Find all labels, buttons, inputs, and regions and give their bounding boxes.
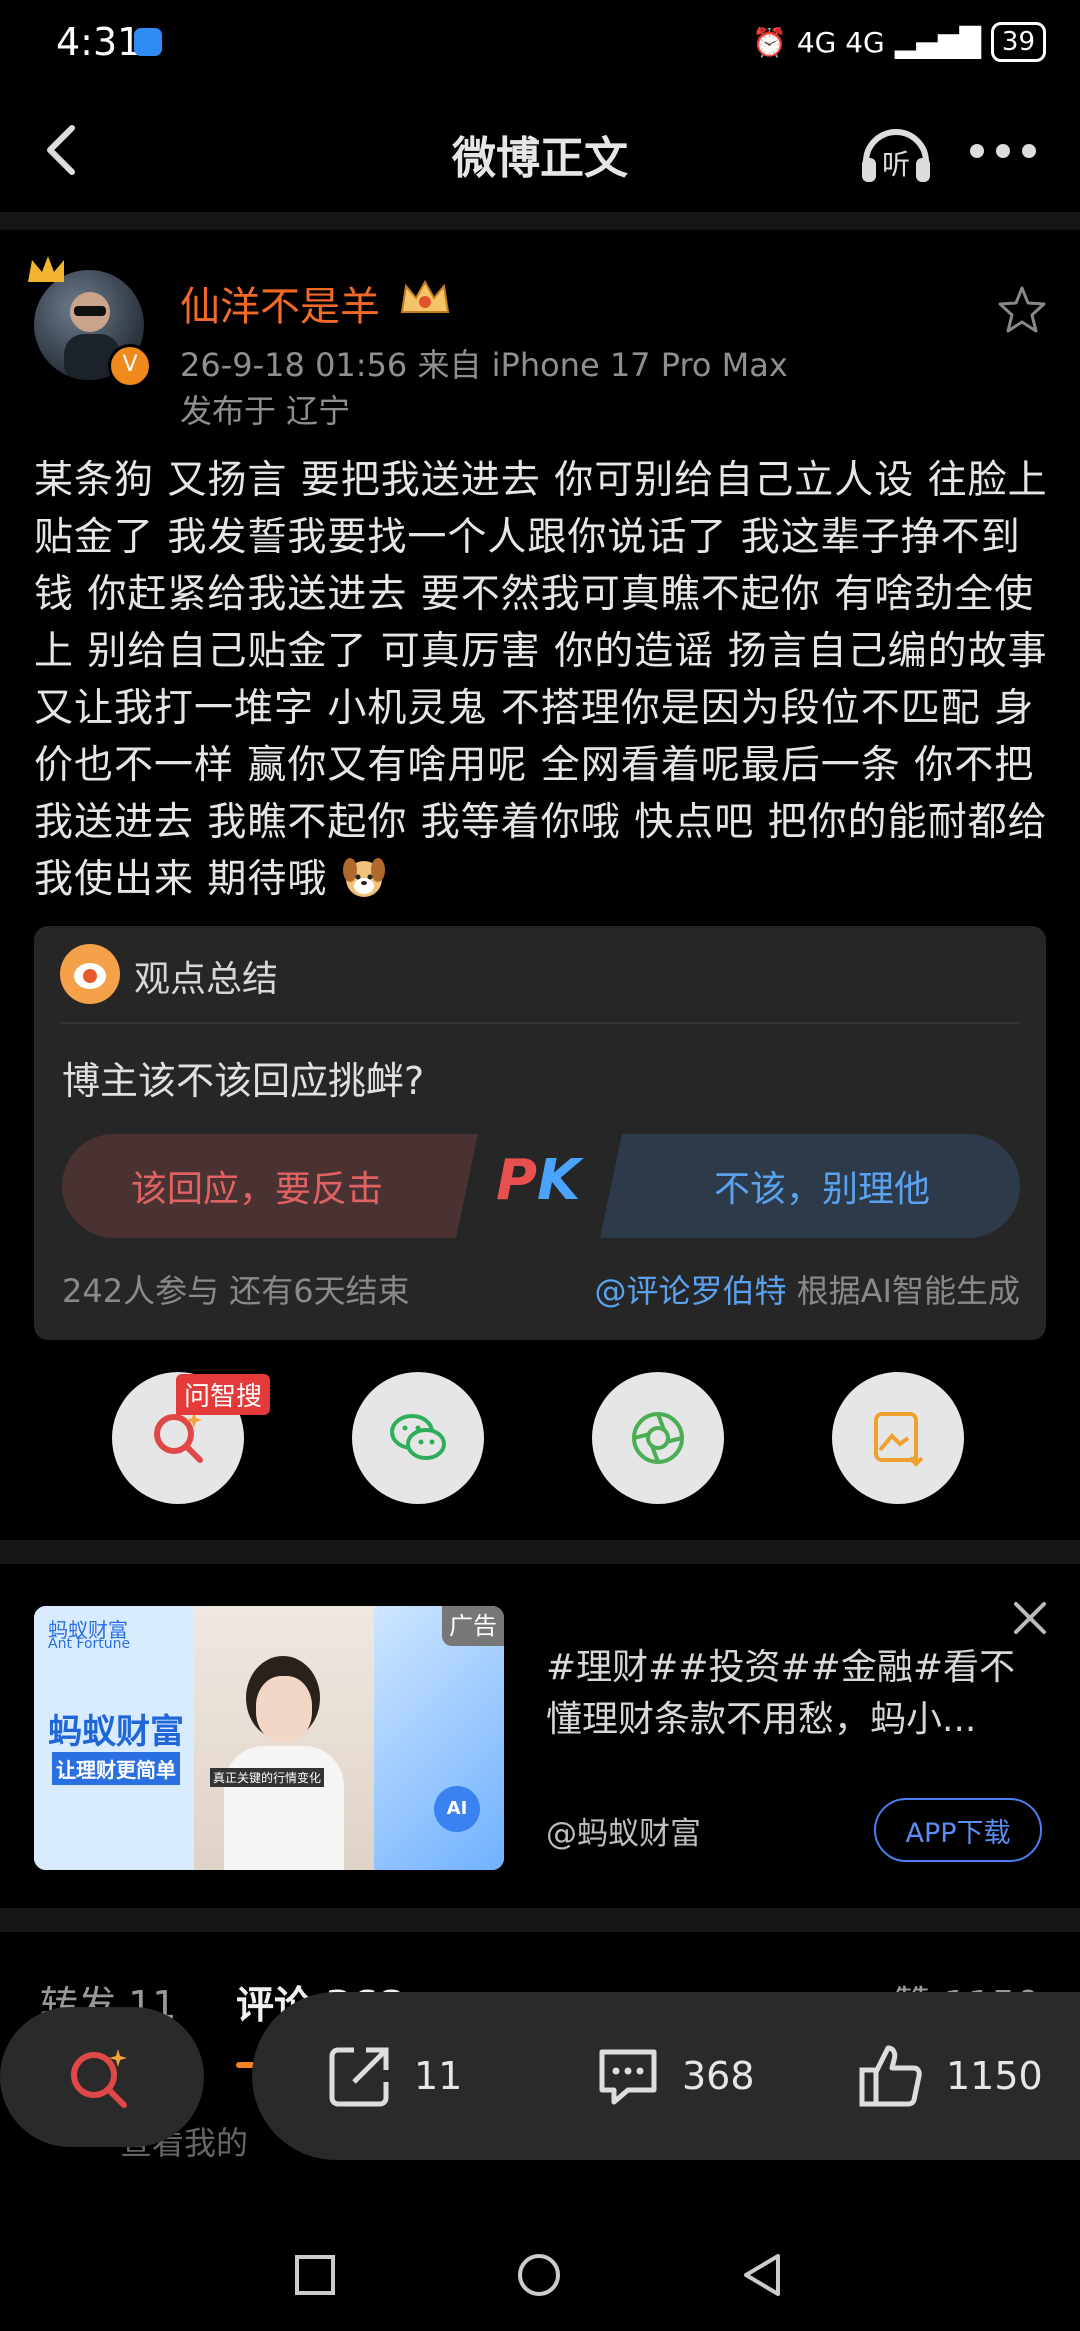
thumbs-up-icon bbox=[859, 2045, 922, 2107]
ai-note-text: 根据AI智能生成 bbox=[786, 1272, 1020, 1310]
status-indicators: ⏰ 4G 4G ▂▄▆█ 39 bbox=[752, 22, 1046, 62]
verified-badge: V bbox=[108, 344, 152, 388]
pk-label: PK bbox=[496, 1148, 581, 1213]
battery-level: 39 bbox=[990, 22, 1046, 62]
ai-search-badge: 问智搜 bbox=[176, 1374, 271, 1415]
post-location: 发布于 辽宁 bbox=[180, 392, 351, 430]
ad-ai-badge: AI bbox=[434, 1786, 480, 1832]
option-left-button[interactable]: 该回应，要反击 bbox=[62, 1134, 452, 1238]
system-nav-bar bbox=[0, 2220, 1080, 2331]
status-time: 4:31 bbox=[56, 20, 142, 64]
post-text: 某条狗 又扬言 要把我送进去 你可别给自己立人设 往脸上贴金了 我发誓我要找一个… bbox=[34, 458, 1048, 902]
moments-icon bbox=[632, 1412, 684, 1464]
author-name[interactable]: 仙洋不是羊 bbox=[180, 274, 380, 332]
crown-decoration-icon bbox=[28, 256, 64, 282]
opinion-summary-card: 观点总结 博主该不该回应挑衅? 该回应，要反击 PK 不该，别理他 242人参与… bbox=[34, 926, 1046, 1340]
ad-image[interactable]: 蚂蚁财富 Ant Fortune 蚂蚁财富 让理财更简单 真正关键的行情变化 A… bbox=[34, 1606, 504, 1870]
network-label: 4G 4G bbox=[796, 25, 885, 59]
like-count: 1150 bbox=[946, 2054, 1043, 2098]
recents-square-icon[interactable] bbox=[292, 2252, 338, 2298]
share-wechat-button[interactable] bbox=[352, 1372, 484, 1504]
close-icon[interactable] bbox=[1010, 1598, 1050, 1638]
favorite-star-icon[interactable] bbox=[996, 284, 1048, 336]
signal-icon: ▂▄▆█ bbox=[894, 25, 981, 59]
listen-headphones-icon[interactable]: 听 bbox=[858, 116, 934, 188]
ad-description[interactable]: #理财##投资##金融#看不懂理财条款不用愁，蚂小... bbox=[546, 1642, 1046, 1746]
like-button[interactable]: 1150 bbox=[856, 2040, 1043, 2112]
home-circle-icon[interactable] bbox=[516, 2252, 562, 2298]
card-title: 观点总结 bbox=[134, 959, 279, 1000]
ad-person-body bbox=[224, 1746, 344, 1870]
floating-search-button[interactable] bbox=[0, 2007, 204, 2147]
repost-button[interactable]: 11 bbox=[324, 2040, 462, 2112]
comment-button[interactable]: 368 bbox=[592, 2040, 755, 2112]
poll-participants: 242人参与 还有6天结束 bbox=[62, 1272, 410, 1310]
repost-count: 11 bbox=[414, 2054, 463, 2098]
notification-app-icon bbox=[134, 28, 162, 56]
ad-author[interactable]: @蚂蚁财富 bbox=[546, 1808, 701, 1853]
poll-question: 博主该不该回应挑衅? bbox=[62, 1059, 425, 1103]
crown-membership-icon[interactable] bbox=[398, 276, 452, 318]
ad-brand-panel: 蚂蚁财富 Ant Fortune 蚂蚁财富 让理财更简单 bbox=[34, 1606, 194, 1870]
ad-tag: 广告 bbox=[442, 1606, 504, 1646]
dog-emoji-icon bbox=[342, 858, 385, 897]
ad-slogan: 让理财更简单 bbox=[52, 1752, 180, 1785]
ai-generated-note: @评论罗伯特 根据AI智能生成 bbox=[594, 1266, 1020, 1312]
bottom-action-bar: 11 368 1150 bbox=[252, 1992, 1080, 2160]
back-triangle-icon[interactable] bbox=[740, 2252, 786, 2298]
status-bar: 4:31 ⏰ 4G 4G ▂▄▆█ 39 bbox=[0, 0, 1080, 92]
ad-person-face bbox=[256, 1676, 312, 1742]
post-content: 某条狗 又扬言 要把我送进去 你可别给自己立人设 往脸上贴金了 我发誓我要找一个… bbox=[34, 452, 1054, 908]
save-image-button[interactable] bbox=[832, 1372, 964, 1504]
ai-search-icon bbox=[154, 1412, 203, 1463]
divider bbox=[0, 1908, 1080, 1932]
comment-count: 368 bbox=[682, 2054, 755, 2098]
listen-label: 听 bbox=[882, 148, 910, 181]
ai-mention-link[interactable]: @评论罗伯特 bbox=[594, 1272, 786, 1310]
save-image-icon bbox=[874, 1412, 924, 1467]
robot-avatar-icon bbox=[60, 944, 120, 1004]
wechat-icon bbox=[390, 1414, 446, 1460]
ad-brand-logo-en: Ant Fortune bbox=[48, 1636, 131, 1652]
divider bbox=[0, 1540, 1080, 1564]
ad-image-caption: 真正关键的行情变化 bbox=[210, 1768, 325, 1787]
app-download-button[interactable]: APP下载 bbox=[874, 1798, 1042, 1862]
more-dots-icon[interactable] bbox=[970, 136, 1040, 166]
top-nav-header: 微博正文 听 bbox=[0, 92, 1080, 212]
share-moments-button[interactable] bbox=[592, 1372, 724, 1504]
divider bbox=[0, 212, 1080, 230]
comment-icon bbox=[599, 2049, 657, 2105]
repost-icon bbox=[329, 2047, 389, 2107]
divider bbox=[60, 1022, 1020, 1024]
ai-search-icon bbox=[71, 2049, 127, 2108]
post-timestamp-source: 26-9-18 01:56 来自 iPhone 17 Pro Max bbox=[180, 346, 788, 384]
ad-brand-big: 蚂蚁财富 bbox=[48, 1712, 184, 1752]
option-right-button[interactable]: 不该，别理他 bbox=[624, 1134, 1020, 1238]
alarm-icon: ⏰ bbox=[751, 25, 787, 59]
